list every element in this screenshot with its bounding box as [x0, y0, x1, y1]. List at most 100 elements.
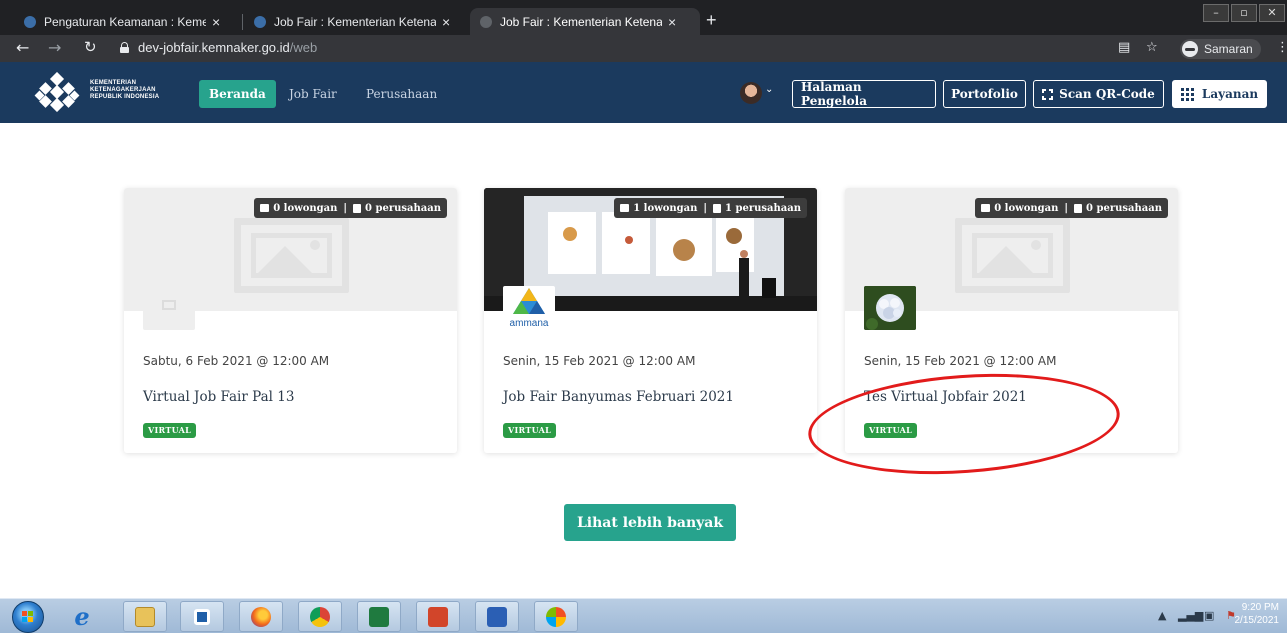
company-count: 0 perusahaan [365, 202, 441, 214]
badge-separator: | [343, 202, 348, 214]
event-stats-badge: 0 lowongan | 0 perusahaan [254, 198, 447, 218]
kemnaker-logo-icon[interactable] [34, 72, 80, 112]
profile-label: Samaran [1204, 42, 1253, 56]
show-hidden-icons-icon[interactable]: ▲ [1158, 609, 1166, 622]
maximize-button[interactable]: ▫ [1231, 4, 1257, 22]
badge-separator: | [703, 202, 708, 214]
event-date: Sabtu, 6 Feb 2021 @ 12:00 AM [143, 354, 330, 368]
event-date: Senin, 15 Feb 2021 @ 12:00 AM [503, 354, 696, 368]
nav-beranda[interactable]: Beranda [199, 80, 276, 108]
loading-favicon-icon [480, 15, 492, 28]
ammana-logo: ammana [503, 286, 555, 330]
admin-page-label: Halaman Pengelola [801, 80, 867, 108]
briefcase-icon [620, 204, 630, 212]
logo-line: REPUBLIK INDONESIA [90, 94, 160, 100]
event-title[interactable]: Virtual Job Fair Pal 13 [143, 389, 294, 405]
new-tab-button[interactable]: + [706, 10, 717, 31]
outlook-icon [194, 608, 210, 625]
nav-job-fair[interactable]: Job Fair [289, 80, 337, 108]
word-taskbar-button[interactable] [475, 601, 519, 632]
outlook-taskbar-button[interactable] [180, 601, 224, 632]
windows-logo-icon [22, 611, 33, 622]
vacancy-count: 1 lowongan [633, 202, 698, 214]
browser-menu-icon[interactable]: ⋮ [1276, 40, 1287, 55]
excel-taskbar-button[interactable] [357, 601, 401, 632]
clock-time: 9:20 PM [1241, 602, 1279, 613]
back-icon[interactable]: ← [16, 38, 29, 57]
close-icon[interactable]: × [442, 14, 450, 30]
portfolio-label: Portofolio [951, 87, 1018, 101]
flower-photo [864, 286, 916, 330]
virtual-badge: VIRTUAL [143, 423, 197, 438]
incognito-icon [1182, 41, 1198, 57]
company-logo-placeholder [143, 296, 195, 330]
tab-separator [242, 14, 243, 30]
event-card[interactable]: 0 lowongan | 0 perusahaan Sabtu, 6 Feb 2… [124, 188, 457, 453]
see-more-button[interactable]: Lihat lebih banyak [564, 504, 736, 541]
folder-icon [135, 606, 155, 627]
admin-page-button[interactable]: Halaman Pengelola [792, 80, 936, 108]
word-icon [487, 606, 507, 627]
reload-icon[interactable]: ↻ [84, 38, 97, 56]
url-host: dev-jobfair.kemnaker.go.id [138, 40, 290, 55]
address-bar[interactable]: dev-jobfair.kemnaker.go.id/web [138, 40, 317, 55]
image-placeholder-icon [234, 218, 349, 293]
minimize-button[interactable]: – [1203, 4, 1229, 22]
nav-perusahaan[interactable]: Perusahaan [366, 80, 437, 108]
internet-explorer-taskbar-button[interactable]: e [60, 601, 104, 632]
forward-icon[interactable]: → [48, 38, 61, 57]
start-button[interactable] [12, 601, 44, 633]
services-button[interactable]: Layanan [1172, 80, 1267, 108]
clock-date: 2/15/2021 [1234, 615, 1280, 626]
chrome-icon [310, 606, 330, 627]
chevron-down-icon[interactable]: ⌄ [765, 84, 773, 95]
file-explorer-taskbar-button[interactable] [123, 601, 167, 632]
powerpoint-icon [428, 606, 448, 627]
logo-line: KEMENTERIAN [90, 80, 137, 86]
window-controls: – ▫ ✕ [1203, 4, 1285, 22]
scan-qr-label: Scan QR-Code [1059, 87, 1155, 101]
powerpoint-taskbar-button[interactable] [416, 601, 460, 632]
ammana-logo-icon [513, 288, 545, 314]
paint-icon [546, 606, 566, 627]
network-icon[interactable]: ▣ [1204, 609, 1214, 622]
image-placeholder-icon [955, 218, 1070, 293]
see-more-label: Lihat lebih banyak [576, 514, 724, 531]
company-count: 1 perusahaan [725, 202, 801, 214]
event-card[interactable]: 1 lowongan | 1 perusahaan ammana Senin, … [484, 188, 817, 453]
profile-button[interactable]: Samaran [1180, 39, 1261, 59]
tab-title: Job Fair : Kementerian Ketenagakerjaan [274, 14, 436, 29]
system-clock[interactable]: 9:20 PM 2/15/2021 [1235, 601, 1280, 627]
badge-separator: | [1064, 202, 1069, 214]
event-date: Senin, 15 Feb 2021 @ 12:00 AM [864, 354, 1057, 368]
portfolio-button[interactable]: Portofolio [943, 80, 1026, 108]
window-close-button[interactable]: ✕ [1259, 4, 1285, 22]
event-cover-placeholder: 0 lowongan | 0 perusahaan [124, 188, 457, 311]
tab-title: Job Fair : Kementerian Ketenagakerjaan [500, 14, 662, 29]
translate-icon[interactable]: ▤ [1118, 40, 1130, 55]
paint-taskbar-button[interactable] [534, 601, 578, 632]
ammana-logo-text: ammana [509, 318, 549, 329]
qr-scan-icon [1042, 88, 1054, 100]
url-path: /web [289, 40, 318, 55]
chrome-taskbar-button[interactable] [298, 601, 342, 632]
bookmark-star-icon[interactable]: ☆ [1146, 40, 1158, 55]
logo-text[interactable]: KEMENTERIAN KETENAGAKERJAAN REPUBLIK IND… [90, 80, 159, 101]
event-title[interactable]: Job Fair Banyumas Februari 2021 [503, 389, 734, 405]
site-favicon-icon [254, 15, 266, 28]
tab-job-fair-1[interactable]: Job Fair : Kementerian Ketenagakerjaan × [244, 8, 460, 35]
browser-tab-strip: Pengaturan Keamanan : Kementerian × Job … [0, 0, 1287, 35]
building-icon [353, 203, 362, 213]
firefox-taskbar-button[interactable] [239, 601, 283, 632]
tab-job-fair-active[interactable]: Job Fair : Kementerian Ketenagakerjaan × [470, 8, 700, 35]
internet-explorer-icon: e [74, 602, 90, 631]
lock-icon[interactable] [120, 42, 129, 53]
tab-pengaturan-keamanan[interactable]: Pengaturan Keamanan : Kementerian × [14, 8, 230, 35]
network-signal-icon[interactable]: ▂▄▆ [1178, 609, 1203, 622]
close-icon[interactable]: × [668, 14, 676, 30]
event-stats-badge: 0 lowongan | 0 perusahaan [975, 198, 1168, 218]
browser-toolbar: ← → ↻ dev-jobfair.kemnaker.go.id/web ▤ ☆… [0, 35, 1287, 62]
user-avatar[interactable] [740, 82, 762, 104]
close-icon[interactable]: × [212, 14, 220, 30]
scan-qr-button[interactable]: Scan QR-Code [1033, 80, 1164, 108]
